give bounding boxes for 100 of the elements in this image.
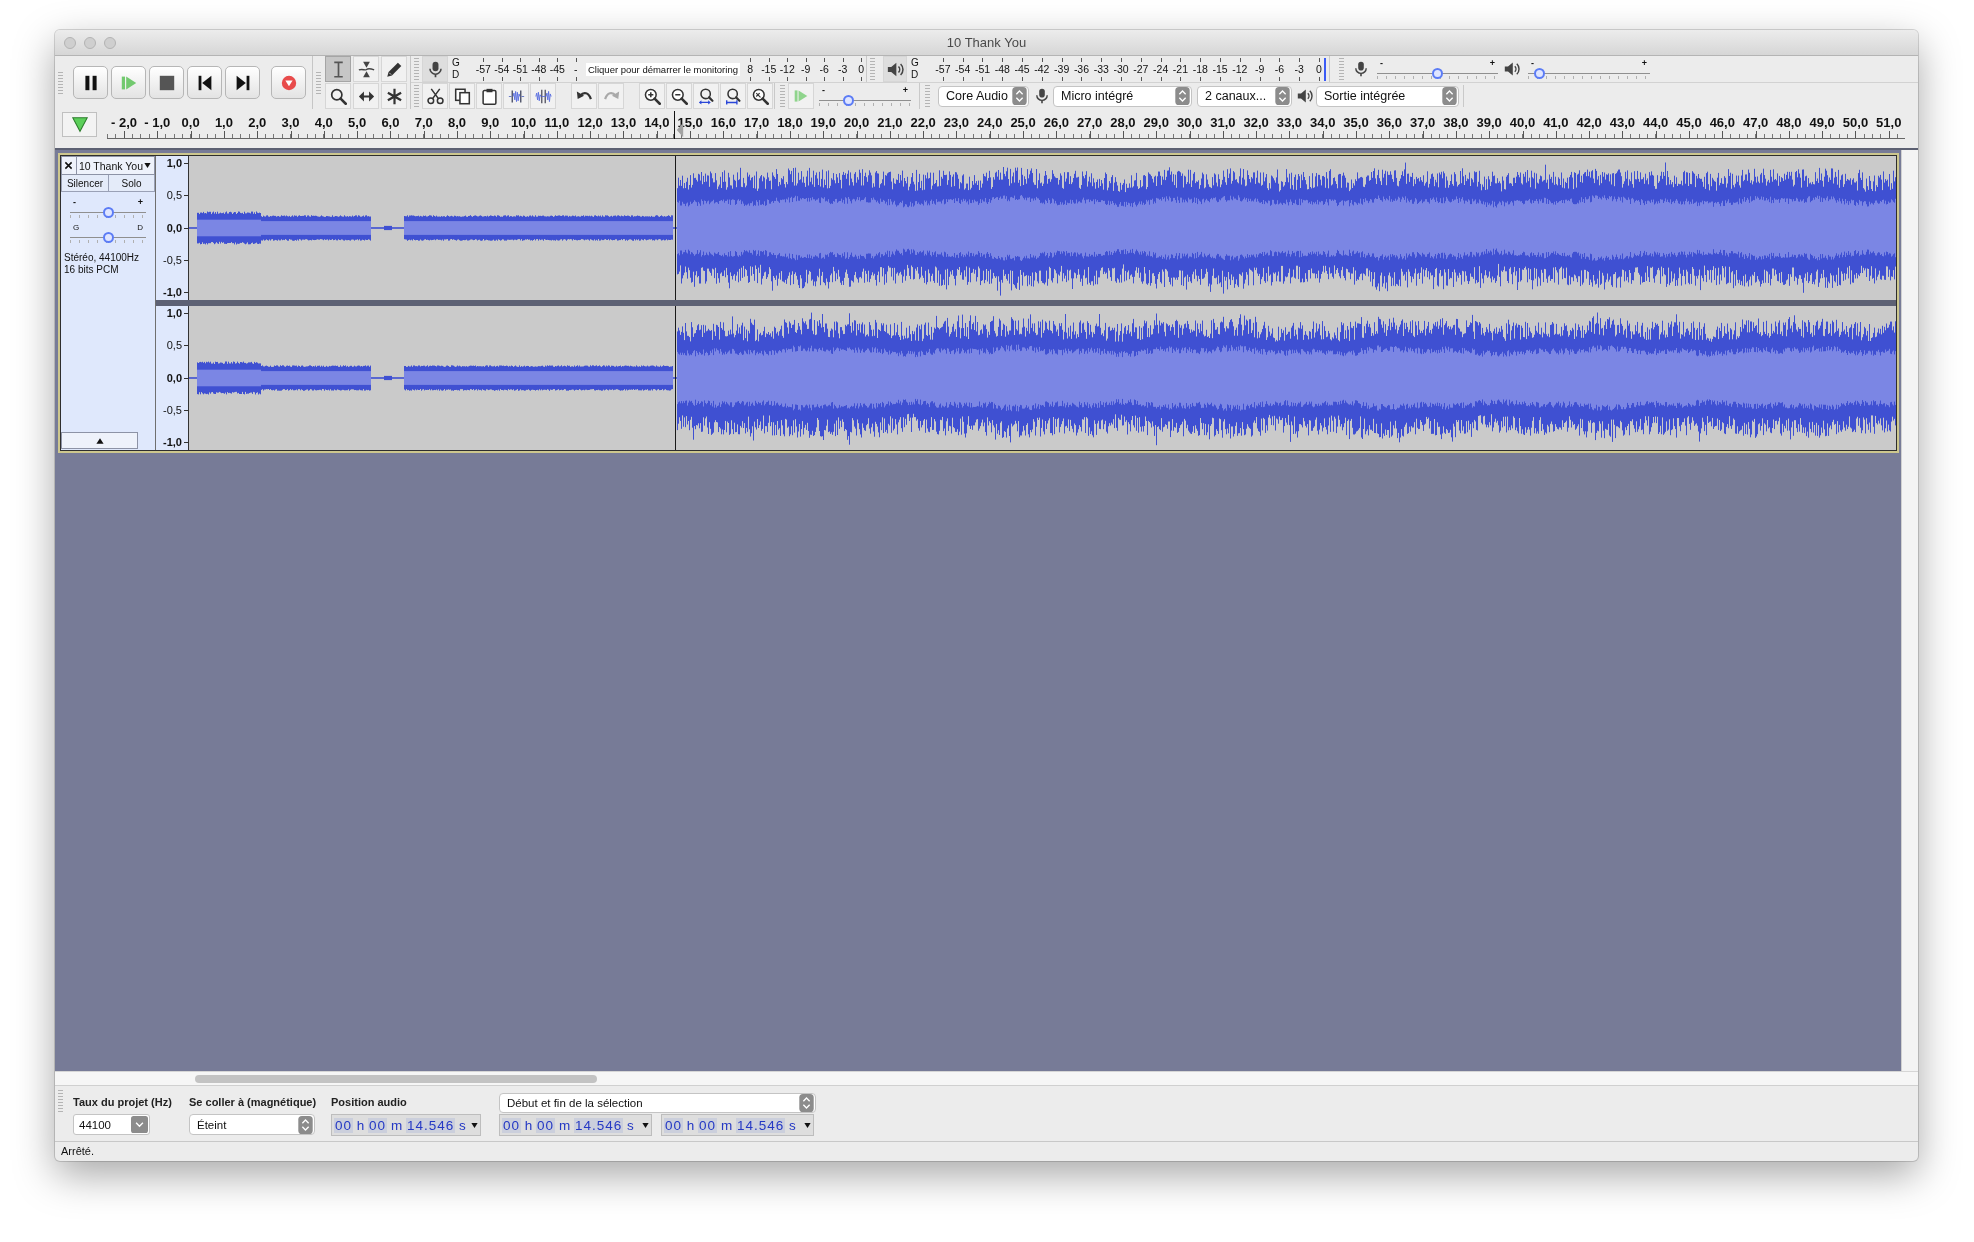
scale-label: 0,5 <box>156 189 188 203</box>
project-rate-combo[interactable]: 44100 <box>73 1114 150 1135</box>
meter-tick-label: -18 <box>1190 56 1211 82</box>
record-icon <box>280 74 297 91</box>
speaker-button[interactable] <box>883 56 907 82</box>
output-device-select[interactable]: Sortie intégrée <box>1316 85 1459 107</box>
multi-tool-button[interactable] <box>381 83 407 109</box>
audio-position-time[interactable]: 00 h 00 m 14.546 s <box>331 1114 481 1136</box>
paste-button[interactable] <box>476 83 502 109</box>
ruler-label: 13,0 <box>606 109 641 138</box>
zoom-in-button[interactable] <box>639 83 665 109</box>
fit-project-button[interactable] <box>720 83 746 109</box>
pencil-icon <box>385 60 403 78</box>
silence-button[interactable] <box>530 83 556 109</box>
ruler-label: 10,0 <box>506 109 541 138</box>
slider-thumb[interactable] <box>1432 68 1443 79</box>
scrollbar-thumb[interactable] <box>195 1075 597 1083</box>
slider-min-label: - <box>822 86 825 95</box>
record-button[interactable] <box>271 66 306 99</box>
stop-button[interactable] <box>149 66 184 99</box>
draw-tool-button[interactable] <box>381 56 407 82</box>
channel-label: D <box>911 69 920 81</box>
collapse-button[interactable] <box>61 432 138 449</box>
ruler-label: 39,0 <box>1472 109 1506 138</box>
magnifier-icon <box>751 87 769 105</box>
ruler-label: 50,0 <box>1838 109 1873 138</box>
toolbar-grip[interactable] <box>316 71 321 94</box>
playback-meter[interactable]: -57 -54 -51 -48 -45 -42 -39 -36 -33 -30 -27 -24 -21 -18 -15 -12 -9 -6 -3 0 <box>925 56 1329 82</box>
meter-tick-label: -54 <box>952 56 973 82</box>
meter-tick-label: -3 <box>1289 56 1310 82</box>
trim-button[interactable] <box>503 83 529 109</box>
zoom-out-button[interactable] <box>666 83 692 109</box>
undo-button[interactable] <box>571 83 597 109</box>
toolbar-grip[interactable] <box>58 71 63 94</box>
slider-thumb[interactable] <box>843 95 855 106</box>
caret-down-icon <box>804 1121 811 1129</box>
microphone-icon <box>1353 60 1369 78</box>
meter-tick-label: -6 <box>1269 56 1290 82</box>
toolbar-grip[interactable] <box>58 1090 63 1112</box>
ruler-label: 3,0 <box>273 109 308 138</box>
fit-selection-button[interactable] <box>693 83 719 109</box>
horizontal-scrollbar[interactable] <box>55 1071 1918 1085</box>
ruler-label: 12,0 <box>573 109 607 138</box>
track-info: 16 bits PCM <box>64 264 120 276</box>
envelope-tool-button[interactable] <box>353 56 379 82</box>
ruler-label: 18,0 <box>773 109 807 138</box>
selection-end-time[interactable]: 00 h 00 m 14.546 s <box>661 1114 814 1136</box>
zoom-toggle-button[interactable] <box>747 83 773 109</box>
slider-min-label: - <box>73 198 76 207</box>
up-down-chevron-icon <box>298 1115 313 1134</box>
slider-thumb[interactable] <box>102 232 114 243</box>
status-text: Arrêté. <box>61 1145 94 1157</box>
scale-label: 0,0 <box>156 221 188 235</box>
toolbar-grip[interactable] <box>780 85 785 107</box>
slider-thumb[interactable] <box>1533 68 1545 79</box>
snap-select[interactable]: Éteint <box>189 1114 315 1135</box>
ruler-label: 29,0 <box>1139 109 1173 138</box>
magnifier-line-icon <box>724 87 742 105</box>
cut-button[interactable] <box>422 83 448 109</box>
copy-button[interactable] <box>449 83 475 109</box>
ruler-button[interactable] <box>62 112 97 137</box>
ruler-label: 42,0 <box>1572 109 1606 138</box>
ruler-label: 34,0 <box>1306 109 1340 138</box>
slider-max-label: + <box>1641 59 1647 68</box>
selection-mode-select[interactable]: Début et fin de la sélection <box>499 1093 816 1113</box>
meter-tick-label: -15 <box>1210 56 1230 82</box>
ruler-label: 0,0 <box>174 109 208 138</box>
microphone-icon <box>426 60 444 78</box>
selection-start-time[interactable]: 00 h 00 m 14.546 s <box>499 1114 652 1136</box>
toolbar-grip[interactable] <box>414 85 419 107</box>
vertical-scrollbar[interactable] <box>1901 150 1918 1071</box>
ruler-label: 26,0 <box>1039 109 1073 138</box>
time-shift-tool-button[interactable] <box>353 83 379 109</box>
microphone-button[interactable] <box>422 56 448 82</box>
meter-tick-label: -57 <box>474 56 493 82</box>
meter-tick-label: 0 <box>1309 56 1329 82</box>
input-device-select[interactable]: Micro intégré <box>1053 85 1192 107</box>
solo-button[interactable]: Solo <box>109 175 155 192</box>
toolbar-grip[interactable] <box>414 58 419 80</box>
mute-button[interactable]: Silencer <box>61 175 109 192</box>
close-track-button[interactable] <box>61 156 77 175</box>
ruler-label: 27,0 <box>1073 109 1107 138</box>
audio-host-select[interactable]: Core Audio <box>938 85 1029 107</box>
meter-tick-label: -36 <box>1071 56 1092 82</box>
ruler-label: 30,0 <box>1172 109 1207 138</box>
scale-label: 1,0 <box>156 307 188 320</box>
skip-to-start-button[interactable] <box>187 66 222 99</box>
ruler-label: - 2,0 <box>107 109 141 138</box>
up-down-chevron-icon <box>1012 87 1027 105</box>
channels-select[interactable]: 2 canaux... <box>1197 85 1292 107</box>
zoom-tool-button[interactable] <box>325 83 351 109</box>
pause-button[interactable] <box>73 66 108 99</box>
channel-label: G <box>452 57 461 69</box>
slider-thumb[interactable] <box>102 207 114 218</box>
ruler-label: 48,0 <box>1772 109 1806 138</box>
toolbar-grip[interactable] <box>870 58 875 80</box>
close-icon <box>64 161 74 170</box>
skip-to-end-button[interactable] <box>225 66 260 99</box>
selection-tool-button[interactable] <box>325 56 351 82</box>
track-name-menu[interactable]: 10 Thank You <box>76 156 155 175</box>
